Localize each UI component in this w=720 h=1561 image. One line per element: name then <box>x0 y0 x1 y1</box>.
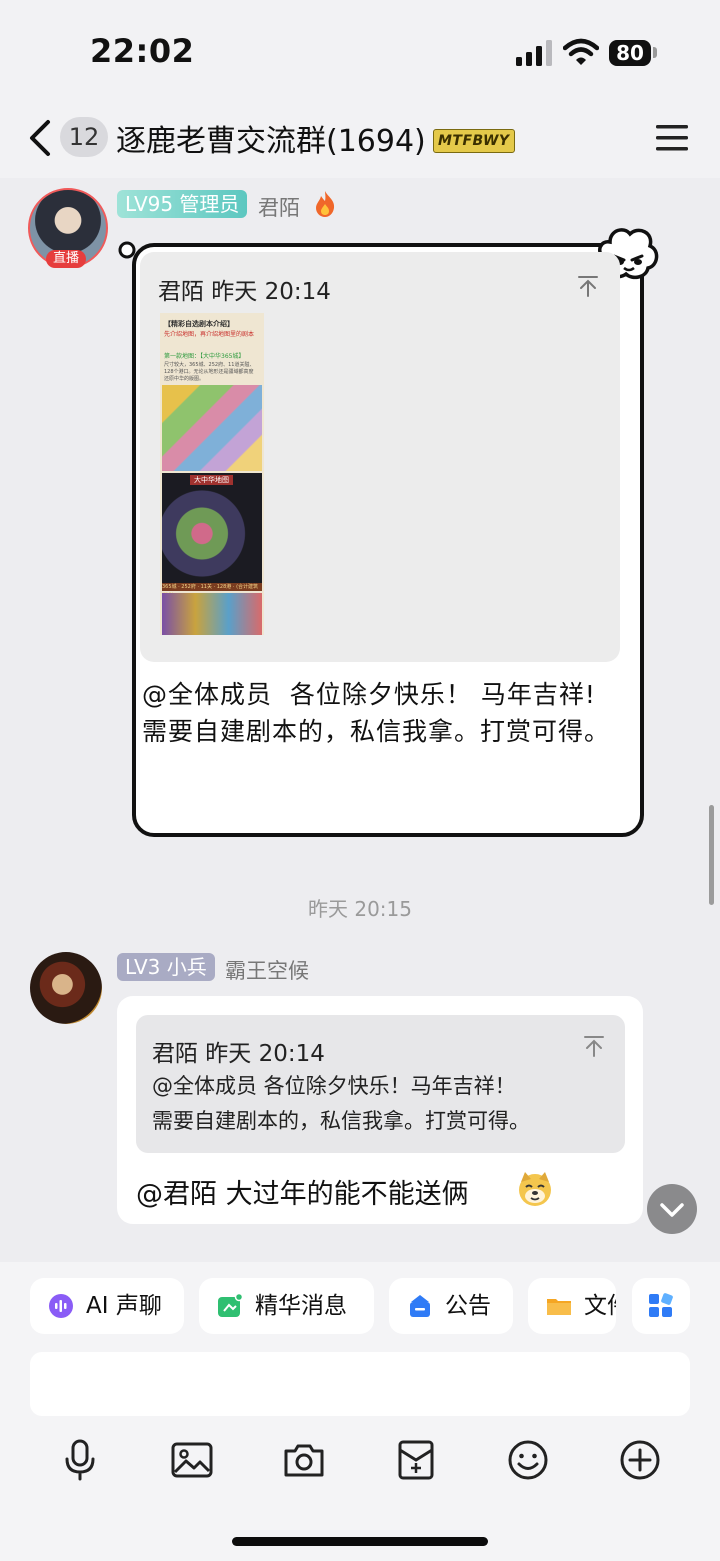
ai-voice-chat-button[interactable]: AI 声聊 <box>30 1278 184 1334</box>
live-tag: 直播 <box>46 250 86 268</box>
home-indicator[interactable] <box>232 1537 488 1546</box>
map-stats-strip: 365城 · 252府 · 11关 · 128港 · (合计建筑756) <box>162 583 262 598</box>
menu-icon[interactable] <box>656 124 688 152</box>
doge-emoji-icon <box>519 1172 551 1206</box>
map-image-1 <box>162 385 262 471</box>
scroll-to-bottom-button[interactable] <box>647 1184 697 1234</box>
quoted-message-header: 君陌 昨天 20:14 <box>158 279 331 305</box>
red-packet-icon[interactable] <box>394 1438 438 1482</box>
group-title[interactable]: 逐鹿老曹交流群(1694) <box>116 116 426 160</box>
unread-count-badge[interactable]: 12 <box>60 117 108 157</box>
fire-icon <box>316 191 335 217</box>
pin-to-top-icon[interactable] <box>582 1034 606 1058</box>
image-icon[interactable] <box>170 1438 214 1482</box>
more-apps-button[interactable] <box>632 1278 690 1334</box>
thumbnail-red-text: 先介绍地图，再介绍地图里的剧本 <box>164 331 255 338</box>
chevron-down-icon <box>660 1203 684 1217</box>
back-arrow-icon[interactable] <box>26 118 56 158</box>
ai-voice-icon <box>49 1294 73 1318</box>
folder-icon <box>547 1299 571 1315</box>
status-time: 22:02 <box>90 32 195 70</box>
pin-to-top-icon[interactable] <box>576 274 600 298</box>
sender-name[interactable]: 霸王空候 <box>225 955 309 985</box>
chip-label: AI 声聊 <box>86 1293 162 1319</box>
message-text: @全体成员 各位除夕快乐！ 马年吉祥! 需要自建剧本的，私信我拿。打赏可得。 <box>142 680 611 746</box>
featured-messages-icon <box>218 1293 243 1317</box>
microphone-icon[interactable] <box>58 1438 102 1482</box>
battery-indicator: 80 <box>609 40 651 66</box>
map-image-3 <box>162 593 262 635</box>
featured-messages-button[interactable]: 精华消息 <box>199 1278 374 1334</box>
message-text: @君陌 大过年的能不能送俩 <box>136 1179 469 1210</box>
plus-icon[interactable] <box>618 1438 662 1482</box>
apps-grid-icon <box>649 1293 673 1317</box>
announcement-button[interactable]: 公告 <box>389 1278 513 1334</box>
thumbnail-title: 【精彩自选剧本介绍】 <box>164 320 234 328</box>
avatar-bawangkonghou[interactable] <box>30 952 102 1024</box>
cellular-signal-icon <box>516 40 552 66</box>
scrollbar[interactable] <box>709 805 714 905</box>
member-level-badge: LV3 小兵 <box>117 953 215 981</box>
announcement-icon <box>410 1295 430 1317</box>
camera-icon[interactable] <box>282 1438 326 1482</box>
files-button[interactable]: 文件 <box>528 1278 616 1334</box>
chip-label: 公告 <box>445 1293 491 1319</box>
admin-level-badge: LV95 管理员 <box>117 190 248 218</box>
quoted-image-thumbnail[interactable]: 【精彩自选剧本介绍】 先介绍地图，再介绍地图里的剧本 第一款地图：【大中华365… <box>160 313 264 635</box>
sender-name[interactable]: 君陌 <box>258 192 300 222</box>
quoted-message-line: 需要自建剧本的，私信我拿。打赏可得。 <box>152 1109 530 1133</box>
thumbnail-green-text: 第一款地图：【大中华365城】 <box>164 353 245 360</box>
battery-tip <box>653 47 657 58</box>
chip-label: 文件 <box>584 1293 616 1319</box>
emoji-icon[interactable] <box>506 1438 550 1482</box>
message-timestamp: 昨天 20:15 <box>308 897 412 921</box>
group-brand-badge: MTFBWY <box>433 129 515 153</box>
thumbnail-body-text: 尺寸较大，365城、252府、11道关隘、128个港口。无论从地形还是疆域都高度… <box>164 362 255 382</box>
chat-header: 12 逐鹿老曹交流群(1694) MTFBWY <box>0 100 720 178</box>
message-input[interactable] <box>30 1352 690 1416</box>
bubble-decoration-icon <box>118 241 136 259</box>
map-image-2 <box>162 473 262 583</box>
quoted-message-header: 君陌 昨天 20:14 <box>152 1041 325 1067</box>
map-label: 大中华地图 <box>190 475 233 485</box>
wifi-icon <box>563 38 599 65</box>
quoted-message-line: @全体成员 各位除夕快乐！马年吉祥！ <box>152 1074 516 1098</box>
chip-label: 精华消息 <box>255 1293 347 1319</box>
